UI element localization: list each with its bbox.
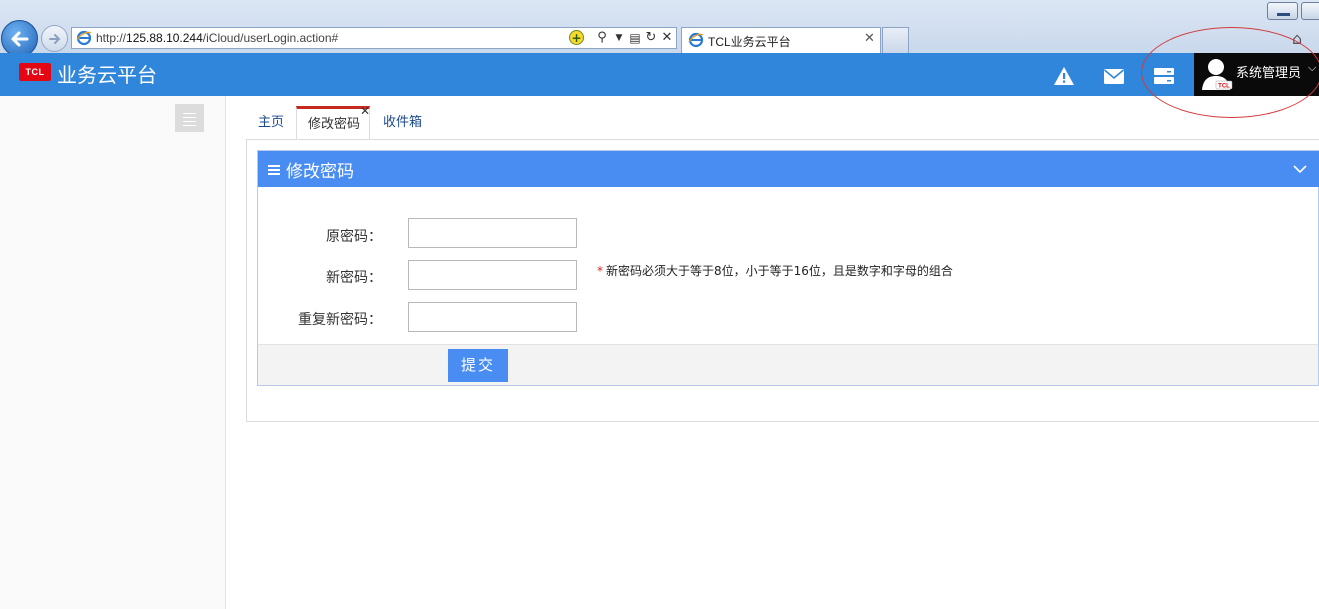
- server-icon[interactable]: [1153, 65, 1175, 87]
- arrow-left-icon: [11, 31, 29, 47]
- top-navbar: TCL 业务云平台 TCL 系统管理员 ⌵: [0, 53, 1319, 96]
- new-password-label: 新密码：: [326, 270, 382, 286]
- password-hint: * 新密码必须大于等于8位，小于等于16位，且是数字和字母的组合: [597, 262, 953, 279]
- panel-header: 修改密码: [258, 151, 1319, 187]
- mail-icon[interactable]: [1103, 65, 1125, 87]
- back-button[interactable]: [1, 20, 38, 57]
- repeat-password-field[interactable]: [408, 302, 577, 332]
- arrow-right-icon: [49, 34, 61, 44]
- panel-footer: 提交: [258, 344, 1318, 385]
- user-menu[interactable]: TCL 系统管理员 ⌵: [1194, 53, 1319, 96]
- url-text[interactable]: http://125.88.10.244/iCloud/userLogin.ac…: [96, 31, 338, 45]
- alert-icon[interactable]: [1053, 65, 1075, 87]
- close-icon[interactable]: ✕: [360, 104, 370, 118]
- browser-tab[interactable]: TCL业务云平台 ✕: [681, 27, 881, 53]
- ie-logo-icon: [688, 32, 704, 48]
- chevron-down-icon: ⌵: [1308, 61, 1317, 74]
- repeat-password-label: 重复新密码：: [298, 312, 382, 328]
- stop-icon[interactable]: ✕: [659, 30, 675, 46]
- menu-icon: [268, 165, 280, 175]
- forward-button[interactable]: [41, 25, 68, 52]
- old-password-label: 原密码：: [326, 229, 382, 245]
- tab-inbox[interactable]: 收件箱: [372, 106, 433, 140]
- close-tab-icon[interactable]: ✕: [864, 31, 875, 46]
- required-star: *: [597, 264, 603, 278]
- browser-tab-title: TCL业务云平台: [708, 35, 791, 49]
- restore-button[interactable]: [1301, 2, 1319, 20]
- logo: TCL: [19, 63, 51, 81]
- submit-button[interactable]: 提交: [448, 349, 508, 382]
- refresh-icon[interactable]: ↻: [643, 30, 659, 46]
- chevron-down-icon[interactable]: [1292, 161, 1308, 177]
- new-password-field[interactable]: [408, 260, 577, 290]
- search-icon[interactable]: ⚲: [594, 30, 610, 46]
- panel-title: 修改密码: [286, 162, 354, 182]
- tab-change-password-label: 修改密码: [308, 117, 361, 132]
- avatar: TCL: [1202, 59, 1233, 90]
- password-hint-text: 新密码必须大于等于8位，小于等于16位，且是数字和字母的组合: [606, 264, 953, 278]
- app-title: 业务云平台: [57, 63, 157, 87]
- sidebar: [0, 96, 226, 609]
- compatibility-icon[interactable]: +: [569, 30, 584, 45]
- tab-change-password[interactable]: 修改密码 ✕: [296, 104, 370, 140]
- new-tab-button[interactable]: [882, 27, 909, 53]
- page: http://125.88.10.244/iCloud/userLogin.ac…: [0, 0, 1319, 609]
- dropdown-arrow-icon[interactable]: ▼: [611, 30, 627, 46]
- change-password-panel: 修改密码 原密码： 新密码： * 新密码必须大于等于8位，小于等于16位，且是数字…: [257, 150, 1319, 386]
- home-icon[interactable]: ⌂: [1292, 29, 1302, 48]
- ie-logo-icon: [76, 30, 92, 46]
- compat-view-icon[interactable]: ▤: [627, 30, 643, 46]
- address-bar[interactable]: http://125.88.10.244/iCloud/userLogin.ac…: [71, 27, 677, 49]
- browser-chrome: http://125.88.10.244/iCloud/userLogin.ac…: [0, 0, 1319, 57]
- sidebar-toggle-icon[interactable]: [175, 104, 204, 132]
- tab-home[interactable]: 主页: [247, 106, 295, 140]
- minimize-button[interactable]: [1267, 2, 1298, 20]
- user-name: 系统管理员: [1236, 66, 1302, 81]
- old-password-field[interactable]: [408, 218, 577, 248]
- avatar-badge: TCL: [1218, 84, 1230, 90]
